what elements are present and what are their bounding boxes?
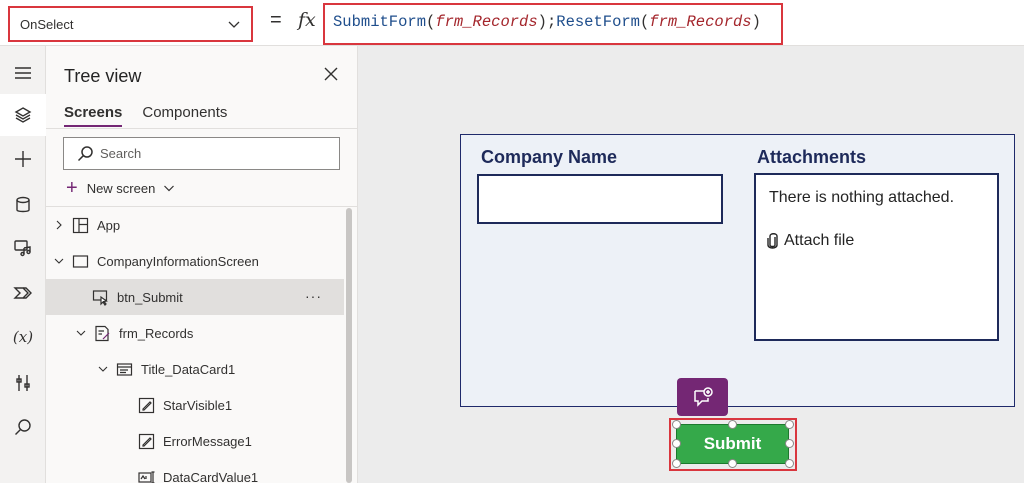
database-icon [16, 196, 30, 213]
resize-handle[interactable] [672, 459, 681, 468]
formula-function: ResetForm [556, 13, 640, 31]
paperclip-icon [767, 233, 778, 249]
resize-handle[interactable] [785, 420, 794, 429]
tree-view-tabs: Screens Components [64, 104, 227, 127]
power-automate-button[interactable] [0, 272, 46, 314]
tree-view-pane: Tree view Screens Components Search + Ne… [46, 46, 358, 483]
formula-separator: ); [537, 13, 557, 31]
tree-node-btn-submit[interactable]: btn_Submit ··· [46, 279, 344, 315]
tree-node-label: DataCardValue1 [163, 469, 259, 483]
advanced-tools-button[interactable] [0, 362, 46, 404]
button-icon [92, 289, 108, 306]
close-icon[interactable] [323, 66, 339, 82]
media-icon [14, 240, 31, 257]
submit-button[interactable]: Submit [676, 424, 789, 464]
chevron-down-icon [164, 185, 175, 192]
tab-components[interactable]: Components [142, 104, 227, 127]
text-input-icon [138, 470, 155, 483]
data-button[interactable] [0, 184, 46, 226]
company-name-input[interactable] [477, 174, 723, 224]
search-icon [77, 146, 93, 162]
media-button[interactable] [0, 226, 46, 268]
variables-icon: (x) [12, 328, 34, 346]
divider [46, 128, 358, 129]
tree-node-label: StarVisible1 [163, 397, 233, 413]
resize-handle[interactable] [672, 420, 681, 429]
search-placeholder: Search [100, 146, 142, 161]
app-icon [72, 217, 89, 233]
tree-node-label: ErrorMessage1 [163, 433, 252, 449]
chevron-down-icon [54, 258, 64, 264]
tree-view-button[interactable] [0, 94, 46, 136]
layers-icon [14, 107, 32, 123]
tree-search-input[interactable]: Search [63, 137, 340, 170]
tree-node-label-control[interactable]: ErrorMessage1 [46, 423, 344, 459]
add-comment-button[interactable] [677, 378, 728, 416]
attach-file-link[interactable]: Attach file [766, 232, 854, 250]
edit-label-icon [138, 397, 155, 413]
formula-function: SubmitForm [333, 13, 427, 31]
attachments-control[interactable]: There is nothing attached. Attach file [754, 173, 999, 341]
power-automate-icon [13, 287, 32, 299]
plus-icon: + [66, 177, 78, 199]
attachments-empty-message: There is nothing attached. [769, 189, 955, 206]
company-name-label: Company Name [481, 147, 618, 167]
tree-node-label: Title_DataCard1 [141, 361, 236, 377]
tree-node-text-input[interactable]: DataCardValue1 [46, 459, 344, 483]
tree-scrollbar[interactable] [346, 208, 352, 483]
tree-node-form[interactable]: frm_Records [46, 315, 344, 351]
chevron-down-icon [98, 366, 108, 372]
tree-node-datacard[interactable]: Title_DataCard1 [46, 351, 344, 387]
tree-node-label: CompanyInformationScreen [97, 253, 259, 269]
hamburger-icon [15, 67, 31, 79]
variables-button[interactable]: (x) [0, 316, 46, 358]
formula-paren: ) [751, 13, 761, 31]
tree-node-screen[interactable]: CompanyInformationScreen [46, 243, 344, 279]
formula-argument: frm_Records [435, 13, 538, 31]
formula-argument: frm_Records [649, 13, 752, 31]
formula-paren: ( [639, 13, 650, 31]
search-icon [15, 419, 31, 435]
resize-handle[interactable] [785, 459, 794, 468]
chevron-down-icon [76, 330, 86, 336]
attachments-label: Attachments [757, 147, 867, 167]
more-options-icon[interactable]: ··· [305, 288, 322, 304]
edit-label-icon [138, 433, 155, 449]
resize-handle[interactable] [672, 439, 681, 448]
tree-node-label: frm_Records [119, 325, 194, 341]
tree-node-label-control[interactable]: StarVisible1 [46, 387, 344, 423]
hamburger-button[interactable] [0, 52, 46, 94]
resize-handle[interactable] [728, 459, 737, 468]
equals-sign: = [270, 9, 282, 31]
attach-file-label: Attach file [784, 232, 855, 249]
formula-input[interactable]: SubmitForm(frm_Records);ResetForm(frm_Re… [323, 3, 783, 45]
form-icon [95, 325, 110, 341]
resize-handle[interactable] [785, 439, 794, 448]
tree-node-label: App [97, 217, 121, 233]
property-dropdown[interactable]: OnSelect [8, 6, 253, 42]
search-button[interactable] [0, 406, 46, 448]
datacard-icon [116, 362, 133, 376]
insert-button[interactable] [0, 138, 46, 180]
tab-screens[interactable]: Screens [64, 104, 123, 127]
resize-handle[interactable] [728, 420, 737, 429]
new-screen-label: New screen [86, 180, 156, 196]
plus-icon [15, 151, 31, 167]
chevron-down-icon [228, 21, 240, 28]
form-frm-records[interactable]: Company Name Attachments There is nothin… [460, 134, 1015, 407]
tools-icon [16, 375, 30, 391]
new-screen-button[interactable]: + New screen [66, 178, 175, 198]
comment-add-icon [693, 387, 713, 407]
screen-icon [72, 254, 89, 268]
tree-view-title: Tree view [64, 66, 142, 86]
tree-node-label: btn_Submit [117, 289, 183, 305]
left-rail: (x) [0, 46, 46, 483]
fx-icon[interactable]: fx [298, 9, 316, 31]
formula-paren: ( [426, 13, 436, 31]
formula-bar: OnSelect = fx SubmitForm(frm_Records);Re… [0, 0, 1024, 46]
design-canvas: Company Name Attachments There is nothin… [358, 46, 1024, 483]
chevron-right-icon [56, 220, 62, 230]
property-dropdown-value: OnSelect [20, 16, 74, 32]
tree-node-app[interactable]: App [46, 207, 344, 243]
